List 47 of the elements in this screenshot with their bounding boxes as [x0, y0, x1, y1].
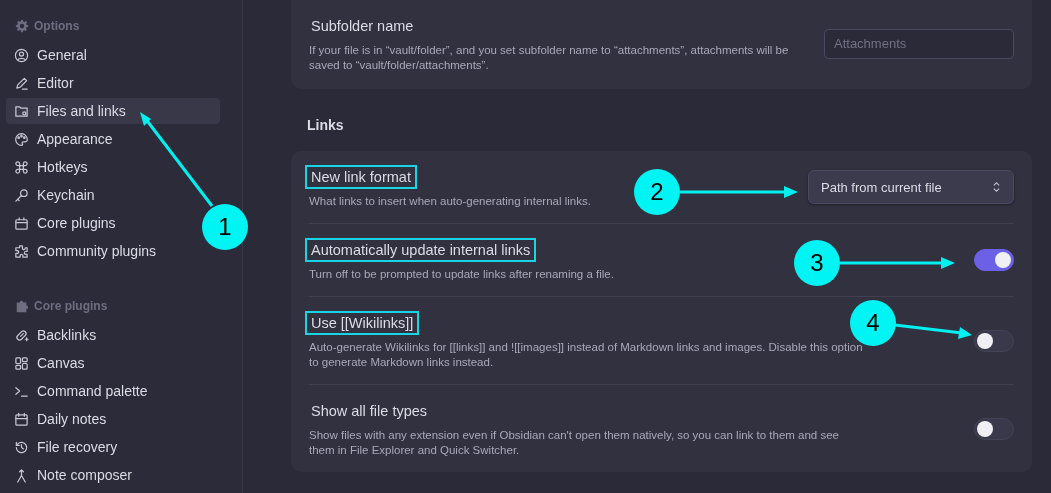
sidebar-item[interactable]: Appearance [6, 126, 121, 152]
toggle-switch[interactable] [974, 249, 1014, 271]
sidebar-item[interactable]: Core plugins [6, 210, 124, 236]
sidebar-item[interactable]: Note composer [6, 462, 140, 488]
setting-description: Show files with any extension even if Obsidian can't open them natively, so you can link to them and see them in File Explorer and Quick Switcher. [309, 428, 840, 458]
setting-description: If your file is in “vault/folder”, and you set subfolder name to “attachments”, attachments will be saved to “vault/folder/attachments”. [309, 43, 789, 73]
item-icon [14, 75, 29, 91]
item-icon [14, 355, 29, 371]
setting-title: Automatically update internal links [305, 238, 537, 262]
toggle-switch[interactable] [974, 417, 1014, 440]
item-icon [14, 47, 29, 63]
setting-title: Subfolder name [310, 17, 415, 36]
item-icon [14, 159, 29, 175]
sidebar-item[interactable]: Canvas [6, 350, 93, 376]
item-icon [14, 103, 29, 119]
section-heading: Core plugins [34, 299, 108, 313]
sidebar-item[interactable]: Files and links [6, 98, 220, 124]
sidebar-item[interactable]: Keychain [6, 182, 103, 208]
setting-title: New link format [305, 165, 417, 189]
item-icon [14, 215, 29, 231]
sidebar-item[interactable]: Hotkeys [6, 154, 96, 180]
item-icon [14, 467, 29, 483]
sidebar-item[interactable]: Community plugins [6, 238, 165, 264]
gear-icon [15, 19, 29, 33]
item-icon [14, 327, 29, 343]
subfolder-field[interactable]: Attachments [824, 28, 1014, 59]
section-heading: Links [306, 116, 345, 135]
item-icon [14, 243, 29, 259]
setting-description: What links to insert when auto-generating internal links. [309, 194, 591, 209]
chevron-icon [992, 181, 1001, 193]
item-icon [14, 131, 29, 147]
sidebar-item[interactable]: Backlinks [6, 322, 105, 348]
setting-title: Use [[Wikilinks]] [305, 311, 420, 335]
setting-title: Show all file types [310, 402, 429, 421]
section-heading: Options [34, 19, 80, 33]
sidebar-item[interactable]: General [6, 42, 95, 68]
sidebar-item[interactable]: Daily notes [6, 406, 115, 432]
sidebar-item[interactable]: File recovery [6, 434, 126, 460]
sidebar-item[interactable]: Command palette [6, 378, 156, 404]
item-icon [14, 411, 29, 427]
toggle-switch[interactable] [974, 329, 1014, 352]
sidebar-item[interactable]: Editor [6, 70, 82, 96]
item-icon [14, 187, 29, 203]
link-format-dropdown[interactable]: Path from current file [808, 170, 1014, 204]
item-icon [14, 439, 29, 455]
puzzle-icon [15, 299, 29, 313]
setting-description: Turn off to be prompted to update links after renaming a file. [309, 267, 614, 282]
